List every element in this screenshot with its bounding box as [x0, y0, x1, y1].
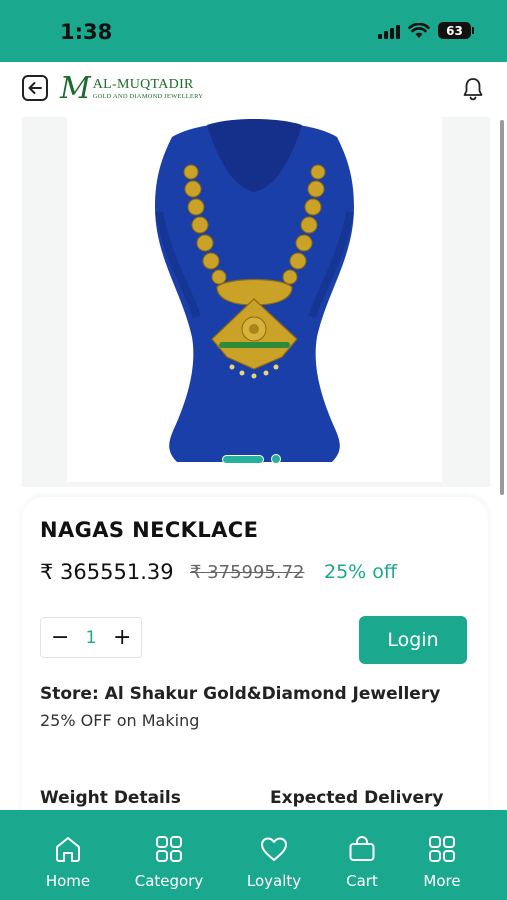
status-time: 1:38 [60, 20, 113, 44]
cellular-signal-icon [378, 23, 400, 39]
nav-category[interactable]: Category [130, 810, 208, 900]
login-button[interactable]: Login [359, 616, 467, 664]
making-offer: 25% OFF on Making [40, 711, 200, 730]
nav-more-label: More [423, 872, 461, 890]
wifi-icon [408, 22, 430, 38]
nav-cart-label: Cart [346, 872, 378, 890]
arrow-left-icon [28, 82, 42, 94]
nav-loyalty[interactable]: Loyalty [243, 810, 305, 900]
nav-more[interactable]: More [416, 810, 468, 900]
home-icon [56, 837, 80, 862]
nav-home[interactable]: Home [38, 810, 98, 900]
back-button[interactable] [22, 75, 48, 101]
grid-icon [156, 836, 182, 862]
nav-category-label: Category [134, 872, 204, 890]
nav-home-label: Home [45, 872, 91, 890]
quantity-stepper: − 1 + [40, 617, 142, 658]
discount-label: 25% off [324, 561, 397, 583]
bell-icon[interactable] [461, 76, 485, 102]
decrement-button[interactable]: − [51, 625, 69, 650]
logo-monogram: M [60, 71, 91, 106]
store-name: Store: Al Shakur Gold&Diamond Jewellery [40, 684, 441, 704]
product-title: NAGAS NECKLACE [40, 518, 259, 542]
carousel-dot[interactable] [271, 454, 281, 464]
quantity-value: 1 [85, 627, 97, 648]
app-header: M AL-MUQTADIR GOLD AND DIAMOND JEWELLERY [0, 62, 507, 117]
original-price: ₹ 375995.72 [190, 562, 305, 583]
expected-delivery-heading: Expected Delivery [270, 788, 444, 808]
brand-logo[interactable]: M AL-MUQTADIR GOLD AND DIAMOND JEWELLERY [60, 73, 203, 105]
increment-button[interactable]: + [113, 625, 131, 650]
product-image [67, 117, 442, 482]
nav-loyalty-label: Loyalty [246, 872, 302, 890]
logo-name: AL-MUQTADIR [92, 76, 194, 92]
grid-icon [429, 836, 455, 862]
scrollbar[interactable] [500, 120, 504, 495]
logo-tagline: GOLD AND DIAMOND JEWELLERY [92, 92, 204, 100]
battery-icon: 63 [438, 22, 474, 39]
nav-cart[interactable]: Cart [337, 810, 387, 900]
product-gallery[interactable] [22, 117, 490, 487]
bottom-nav: Home Category Loyalty Cart More [0, 810, 507, 900]
carousel-dot-active[interactable] [222, 454, 264, 464]
carousel-indicator[interactable] [222, 454, 281, 464]
necklace-photo [155, 119, 354, 462]
heart-icon [261, 837, 287, 861]
status-bar: 1:38 63 [0, 0, 507, 62]
status-icons: 63 [378, 22, 474, 39]
weight-details-heading: Weight Details [40, 788, 181, 808]
product-price: ₹ 365551.39 [40, 560, 174, 584]
bag-icon [349, 836, 375, 861]
